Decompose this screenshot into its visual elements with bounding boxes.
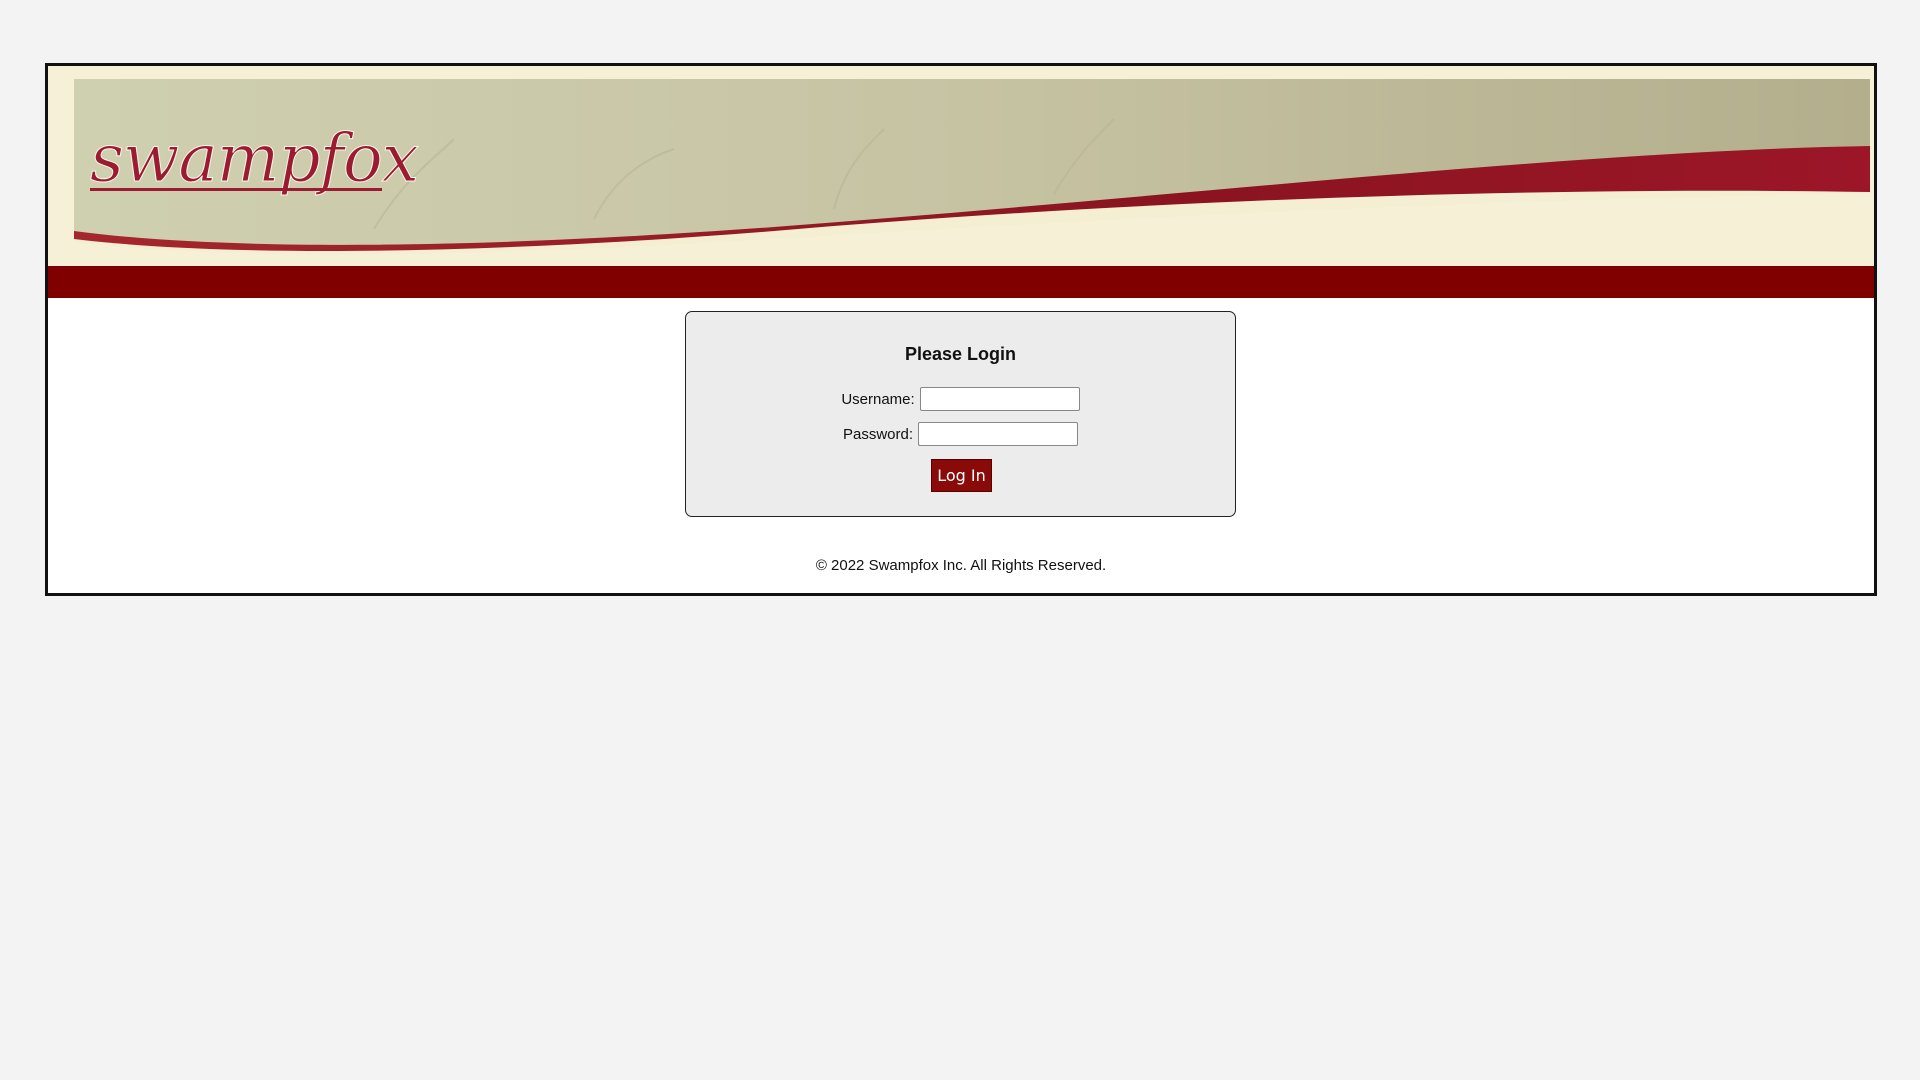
header-banner: swampfox — [48, 66, 1874, 266]
username-input[interactable] — [919, 387, 1080, 411]
login-title: Please Login — [904, 344, 1017, 364]
username-row: Username: — [686, 387, 1235, 411]
main-content: Please Login Username: Password: Log In … — [48, 298, 1874, 593]
login-button[interactable]: Log In — [931, 459, 992, 492]
page-frame: swampfox Please Login Username: Password… — [45, 63, 1877, 596]
password-input[interactable] — [918, 422, 1079, 446]
password-label: Password: — [842, 425, 914, 443]
copyright-text: © 2022 Swampfox Inc. All Rights Reserved… — [815, 557, 1107, 574]
login-panel: Please Login Username: Password: Log In — [685, 311, 1236, 517]
logo-underline — [90, 188, 382, 191]
password-row: Password: — [686, 422, 1235, 446]
username-label: Username: — [841, 390, 915, 408]
logo-wordmark: swampfox — [90, 120, 420, 197]
swampfox-logo[interactable]: swampfox — [90, 106, 420, 241]
header-red-bar — [48, 266, 1874, 298]
